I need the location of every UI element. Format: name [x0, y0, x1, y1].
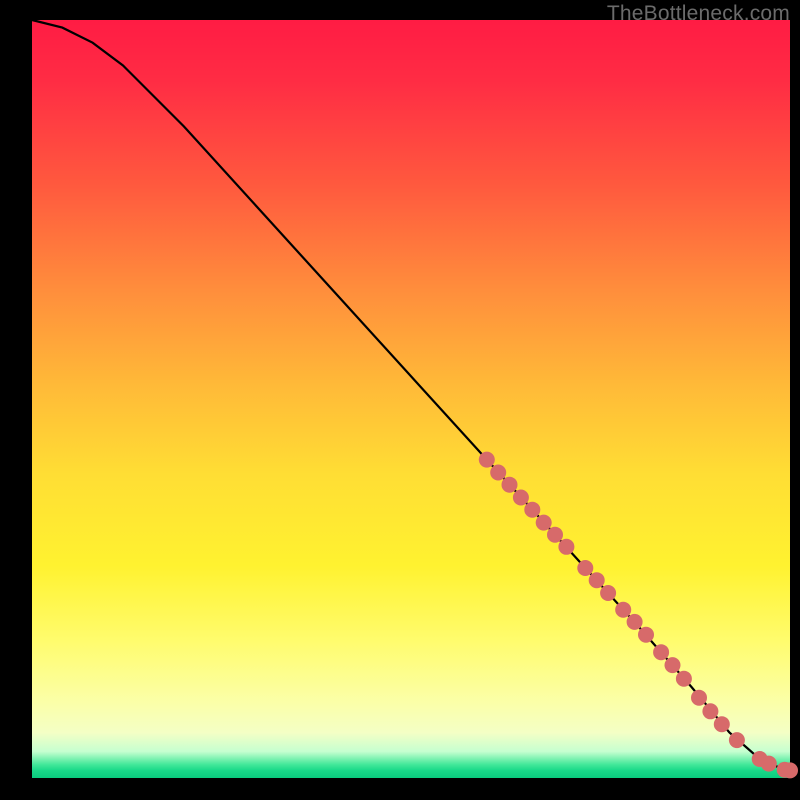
- curve-marker: [638, 627, 654, 643]
- curve-markers: [479, 452, 798, 779]
- curve-marker: [536, 515, 552, 531]
- curve-marker: [589, 572, 605, 588]
- curve-marker: [627, 614, 643, 630]
- curve-marker: [524, 502, 540, 518]
- curve-marker: [691, 690, 707, 706]
- curve-marker: [665, 657, 681, 673]
- plot-area: [32, 20, 790, 778]
- bottleneck-curve: [32, 20, 790, 770]
- curve-marker: [714, 716, 730, 732]
- watermark-text: TheBottleneck.com: [607, 2, 790, 26]
- curve-marker: [577, 560, 593, 576]
- curve-marker: [600, 585, 616, 601]
- curve-marker: [558, 539, 574, 555]
- curve-marker: [513, 490, 529, 506]
- curve-marker: [653, 644, 669, 660]
- curve-marker: [547, 527, 563, 543]
- curve-marker: [782, 762, 798, 778]
- curve-marker: [729, 732, 745, 748]
- curve-marker: [490, 465, 506, 481]
- chart-frame: TheBottleneck.com: [0, 0, 800, 800]
- curve-marker: [502, 477, 518, 493]
- chart-svg: [32, 20, 790, 778]
- curve-marker: [761, 756, 777, 772]
- curve-marker: [702, 703, 718, 719]
- curve-marker: [676, 671, 692, 687]
- curve-marker: [615, 602, 631, 618]
- curve-marker: [479, 452, 495, 468]
